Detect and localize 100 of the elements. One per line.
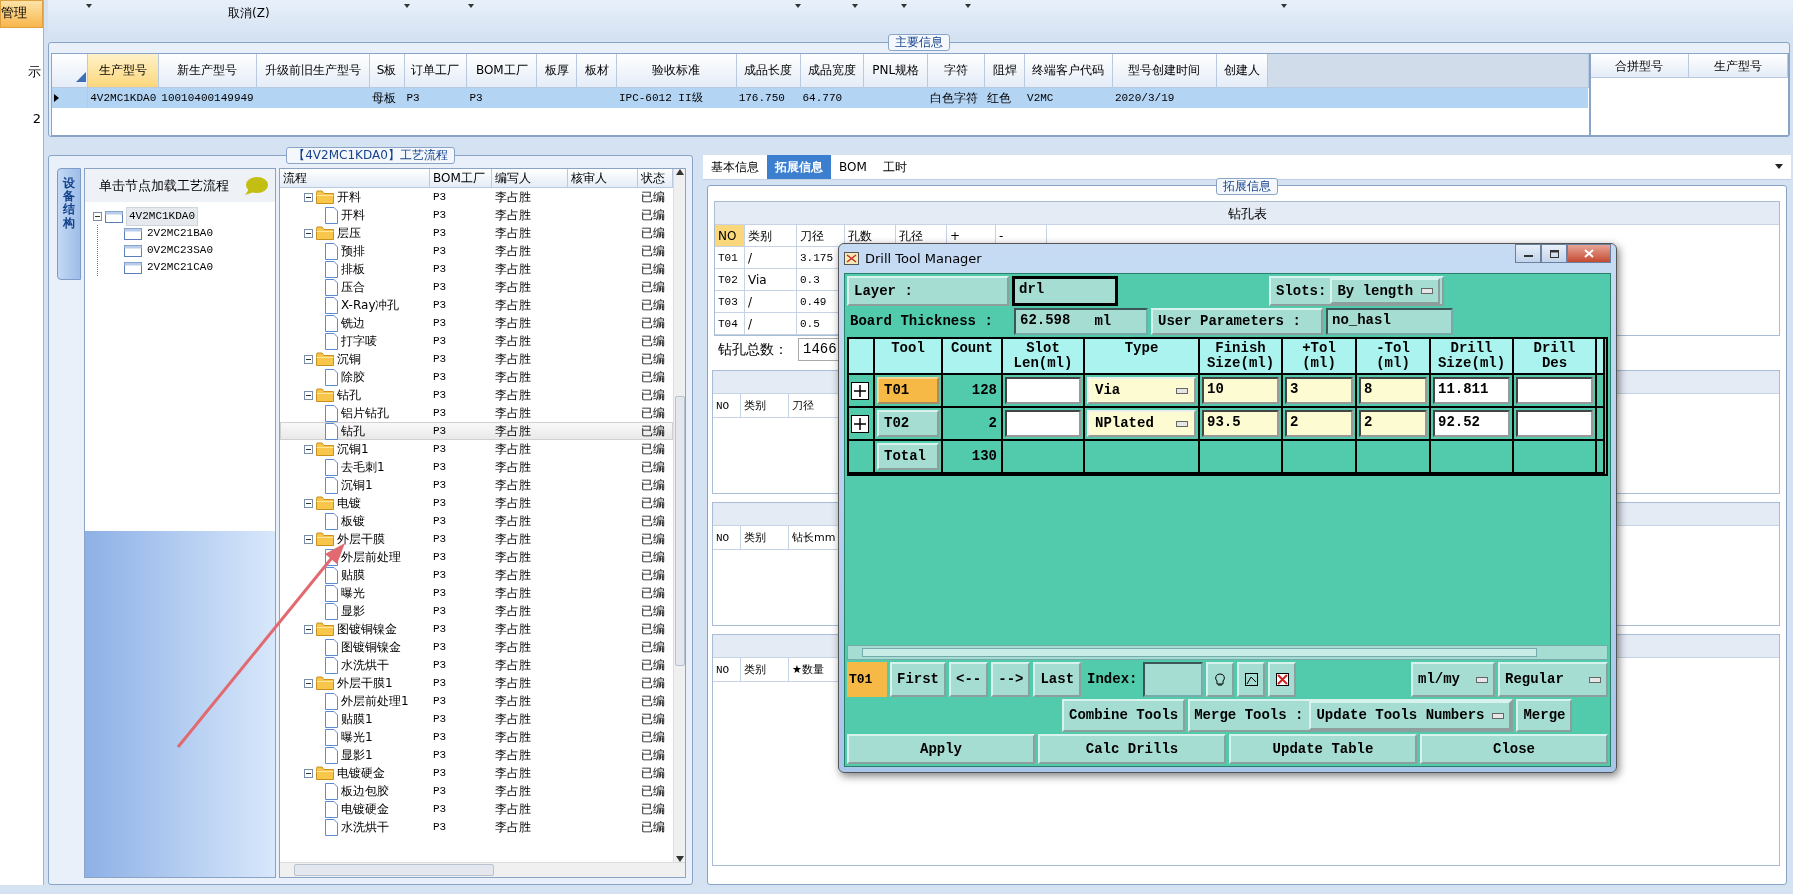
maximize-button[interactable] — [1541, 244, 1567, 263]
column-header[interactable]: 终端客户代码 — [1024, 54, 1113, 87]
dropdown[interactable]: Via — [1087, 377, 1196, 404]
caret-icon[interactable] — [901, 4, 907, 8]
action-button[interactable]: Update Table — [1229, 734, 1417, 764]
process-row[interactable]: 排板 P3 李占胜 已编 — [280, 260, 673, 278]
collapse-icon[interactable] — [304, 390, 313, 400]
merge-button[interactable]: Merge — [1516, 699, 1573, 732]
tree-node[interactable]: 2V2MC21BA0 — [145, 225, 215, 242]
column-header[interactable]: 生产型号 — [1689, 54, 1788, 78]
input-field[interactable] — [1516, 377, 1593, 404]
process-row[interactable]: 预排 P3 李占胜 已编 — [280, 242, 673, 260]
column-header[interactable]: NO — [715, 225, 745, 247]
column-header[interactable]: 型号创建时间 — [1112, 54, 1217, 87]
table-row[interactable]: 4V2MC1KDA0 10010400149949 母板 P3 P3 IPC-6012 II级 176.750 64.770 白色字符 红色 V2MC 2020/3/19 — [52, 87, 1589, 108]
input-field[interactable]: no_hasl — [1326, 308, 1453, 335]
nav-button[interactable]: --> — [991, 662, 1031, 697]
dropdown[interactable]: Update Tools Numbers — [1309, 701, 1512, 730]
process-row[interactable]: 电镀硬金 P3 李占胜 已编 — [280, 764, 673, 782]
input-field[interactable]: drl — [1012, 276, 1118, 306]
input-field[interactable] — [1005, 377, 1081, 404]
input-field[interactable]: 93.5 — [1202, 410, 1279, 437]
nav-item[interactable]: 2 — [0, 107, 43, 133]
column-header[interactable]: 流程 — [280, 169, 430, 187]
column-header[interactable]: BOM工厂 — [430, 169, 492, 187]
process-row[interactable]: 钻孔 P3 李占胜 已编 — [280, 386, 673, 404]
action-button[interactable]: Close — [1420, 734, 1608, 764]
process-row[interactable]: 去毛刺1 P3 李占胜 已编 — [280, 458, 673, 476]
process-row[interactable]: 开料 P3 李占胜 已编 — [280, 188, 673, 206]
column-header[interactable]: 阻焊 — [984, 54, 1025, 87]
nav-item[interactable]: 管理 — [0, 0, 43, 28]
column-header[interactable]: 生产型号 — [87, 54, 159, 87]
column-header[interactable]: 验收标准 — [616, 54, 737, 87]
action-button[interactable]: Apply — [847, 734, 1035, 764]
collapse-icon[interactable] — [304, 444, 313, 454]
process-row[interactable]: 板镀 P3 李占胜 已编 — [280, 512, 673, 530]
expand-icon[interactable] — [851, 381, 869, 400]
process-row[interactable]: 钻孔 P3 李占胜 已编 — [280, 422, 673, 440]
collapse-icon[interactable] — [304, 228, 313, 238]
process-row[interactable]: 打字唛 P3 李占胜 已编 — [280, 332, 673, 350]
process-row[interactable]: 压合 P3 李占胜 已编 — [280, 278, 673, 296]
process-row[interactable]: 外层前处理1 P3 李占胜 已编 — [280, 692, 673, 710]
tool-button[interactable]: T02 — [877, 410, 939, 437]
tab[interactable]: 基本信息 — [703, 155, 767, 179]
close-button[interactable] — [1567, 244, 1611, 263]
column-header[interactable]: 合拼型号 — [1590, 54, 1690, 78]
column-header[interactable]: 成品宽度 — [800, 54, 864, 87]
input-field[interactable]: 2 — [1285, 410, 1353, 437]
dropdown[interactable]: NPlated — [1087, 410, 1196, 437]
process-row[interactable]: 显影1 P3 李占胜 已编 — [280, 746, 673, 764]
column-header[interactable]: 核审人 — [568, 169, 638, 187]
caret-icon[interactable] — [404, 4, 410, 8]
process-row[interactable]: 曝光 P3 李占胜 已编 — [280, 584, 673, 602]
process-row[interactable]: 水洗烘干 P3 李占胜 已编 — [280, 818, 673, 836]
process-row[interactable]: 外层干膜 P3 李占胜 已编 — [280, 530, 673, 548]
column-header[interactable]: 升级前旧生产型号 — [256, 54, 370, 87]
column-header[interactable]: 编写人 — [492, 169, 568, 187]
dropdown[interactable]: By length — [1330, 278, 1441, 304]
process-row[interactable]: 沉铜1 P3 李占胜 已编 — [280, 476, 673, 494]
input-field[interactable] — [1005, 410, 1081, 437]
nav-button[interactable]: <-- — [949, 662, 989, 697]
process-row[interactable]: 曝光1 P3 李占胜 已编 — [280, 728, 673, 746]
tree-node[interactable]: 4V2MC1KDA0 — [126, 207, 198, 226]
column-header[interactable]: S板 — [369, 54, 404, 87]
tab[interactable]: BOM — [831, 155, 875, 179]
column-header[interactable]: 订单工厂 — [404, 54, 467, 87]
process-row[interactable]: 铣边 P3 李占胜 已编 — [280, 314, 673, 332]
column-header[interactable]: NO — [713, 658, 741, 682]
tab[interactable]: 拓展信息 — [767, 155, 831, 179]
input-field[interactable]: 8 — [1359, 377, 1427, 404]
collapse-icon[interactable] — [304, 534, 313, 544]
column-header[interactable]: PNL规格 — [863, 54, 928, 87]
process-row[interactable]: 板边包胶 P3 李占胜 已编 — [280, 782, 673, 800]
delete-button[interactable] — [1268, 662, 1297, 697]
input-field[interactable]: 2 — [1359, 410, 1427, 437]
tree-node[interactable]: 2V2MC21CA0 — [145, 259, 215, 276]
input-field[interactable]: 10 — [1202, 377, 1279, 404]
column-header[interactable]: 成品长度 — [736, 54, 800, 87]
tab[interactable]: 工时 — [874, 155, 915, 179]
caret-icon[interactable] — [1281, 4, 1287, 8]
process-row[interactable]: 贴膜1 P3 李占胜 已编 — [280, 710, 673, 728]
process-row[interactable]: 显影 P3 李占胜 已编 — [280, 602, 673, 620]
column-header[interactable]: 类别 — [741, 394, 789, 418]
tree-node[interactable]: 0V2MC23SA0 — [145, 242, 215, 259]
column-header[interactable]: NO — [713, 394, 741, 418]
input-field[interactable]: 3 — [1285, 377, 1353, 404]
nav-item[interactable]: 示 — [0, 59, 43, 85]
process-row[interactable]: 图镀铜镍金 P3 李占胜 已编 — [280, 620, 673, 638]
caret-icon[interactable] — [852, 4, 858, 8]
process-row[interactable]: 外层干膜1 P3 李占胜 已编 — [280, 674, 673, 692]
column-header[interactable]: 字符 — [927, 54, 985, 87]
combine-button[interactable]: Combine Tools — [1062, 699, 1186, 732]
dropdown[interactable]: Regular — [1498, 662, 1608, 697]
column-header[interactable]: BOM工厂 — [466, 54, 537, 87]
collapse-icon[interactable] — [304, 678, 313, 688]
process-row[interactable]: 电镀 P3 李占胜 已编 — [280, 494, 673, 512]
nav-button[interactable]: First — [890, 662, 946, 697]
column-header[interactable]: 类别 — [741, 526, 789, 550]
bulb-button[interactable] — [1206, 662, 1235, 697]
minimize-button[interactable] — [1515, 244, 1541, 263]
